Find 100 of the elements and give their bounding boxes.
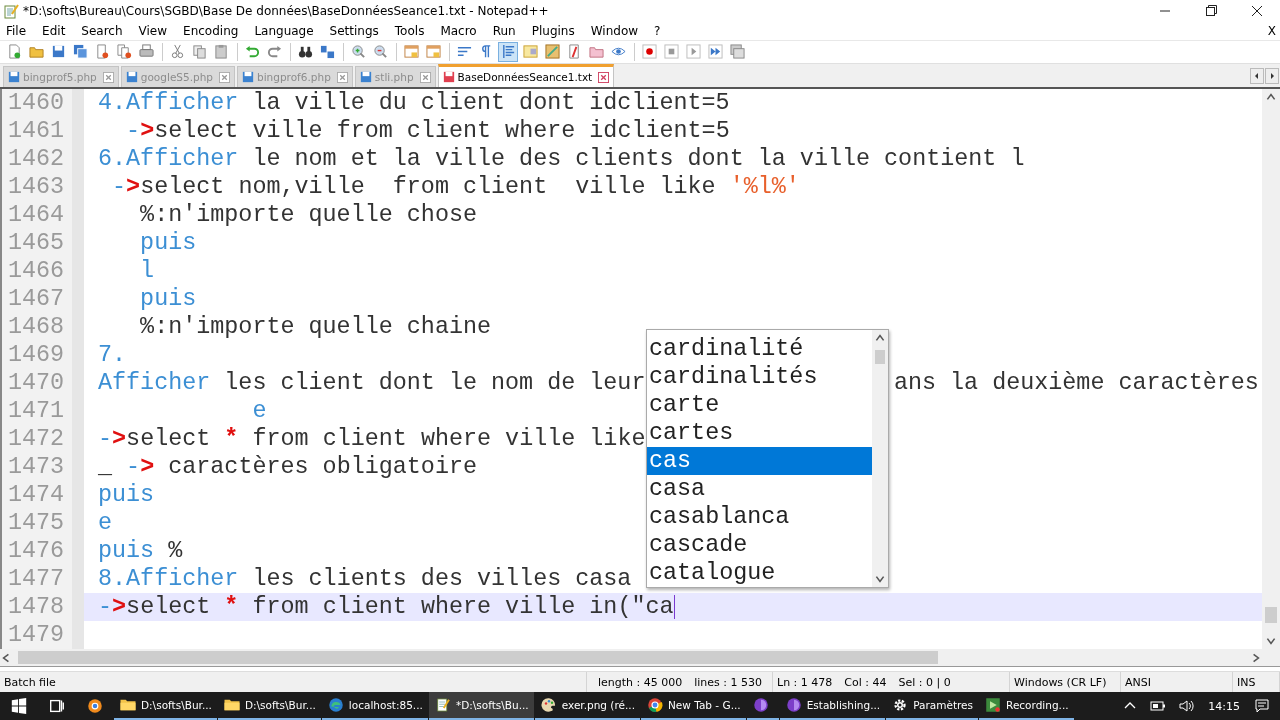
code-text: - [98, 425, 113, 454]
menu-item[interactable]: Edit [34, 23, 74, 38]
close-document-button[interactable]: X [1263, 23, 1280, 38]
replace-icon[interactable] [319, 44, 335, 60]
suggestion-item[interactable]: catalogue [647, 559, 872, 588]
notepad-icon [3, 3, 19, 19]
map-icon[interactable] [544, 44, 560, 60]
print-icon[interactable] [138, 44, 154, 60]
taskbar-button[interactable]: D:\softs\Bur... [217, 692, 321, 720]
menu-item[interactable]: Macro [432, 23, 485, 38]
line-number: 1472 [0, 425, 84, 454]
window-icon[interactable] [403, 44, 419, 60]
code-text: from client where ville like [251, 425, 646, 454]
taskbar-button[interactable]: Recording... [979, 692, 1074, 720]
scrollbar-thumb[interactable] [875, 350, 885, 365]
close-tab-icon[interactable] [219, 71, 230, 83]
line-number: 1479 [0, 621, 84, 650]
clock[interactable]: 14:15 [1200, 692, 1248, 720]
vertical-scrollbar[interactable] [1262, 89, 1280, 650]
fast-forward-icon[interactable] [707, 44, 723, 60]
save-icon[interactable] [50, 44, 66, 60]
menu-item[interactable]: File [0, 23, 35, 38]
line-number: 1465 [0, 229, 84, 258]
close-tab-icon[interactable] [598, 71, 610, 83]
menu-item[interactable]: Window [582, 23, 647, 38]
folder-icon[interactable] [28, 44, 44, 60]
play-icon[interactable] [685, 44, 701, 60]
folder-icon[interactable] [588, 44, 604, 60]
record-icon[interactable] [641, 44, 657, 60]
battery-icon[interactable] [1150, 698, 1167, 714]
save-all-icon[interactable] [72, 44, 88, 60]
close-file-icon[interactable] [94, 44, 110, 60]
code-text: > [112, 425, 127, 454]
menu-item[interactable]: View [130, 23, 176, 38]
code-text: > [112, 593, 127, 622]
list-scrollbar[interactable] [872, 330, 888, 588]
code-text: e [98, 509, 113, 538]
text-cursor [673, 595, 675, 620]
line-number: 1476 [0, 537, 84, 566]
close-tab-icon[interactable] [336, 71, 348, 83]
suggestion-item[interactable]: casablanca [647, 503, 872, 532]
taskbar-button[interactable]: localhost:85... [321, 692, 428, 720]
taskbar-button[interactable]: exer.png (ré... [534, 692, 640, 720]
code-text: %:n'importe quelle chaine [139, 313, 492, 342]
horizontal-scrollbar[interactable] [0, 649, 1280, 668]
suggestion-item[interactable]: carte [647, 391, 872, 420]
stop-icon[interactable] [663, 44, 679, 60]
suggestion-item[interactable]: cardinalités [647, 363, 872, 392]
code-text: select [126, 593, 212, 622]
paste-icon[interactable] [213, 44, 229, 60]
suggestion-item[interactable]: cas [647, 447, 872, 476]
menu-item[interactable]: ? [646, 23, 669, 38]
tab[interactable]: BaseDonnéesSeance1.txt [437, 64, 615, 88]
suggestion-item[interactable]: cartes [647, 419, 872, 448]
menu-item[interactable]: Tools [386, 23, 433, 38]
taskbar-button[interactable]: New Tab - G... [641, 692, 746, 720]
scrollbar-thumb[interactable] [18, 651, 938, 665]
menu-item[interactable]: Plugins [523, 23, 583, 38]
taskbar-button[interactable]: D:\softs\Bur... [114, 692, 217, 720]
scissors-icon[interactable] [169, 44, 185, 60]
code-text: select nom,ville from client ville like [140, 173, 717, 202]
function-list-icon[interactable] [566, 44, 582, 60]
scrollbar-thumb[interactable] [1265, 607, 1277, 624]
suggestion-item[interactable]: casa [647, 475, 872, 504]
menu-item[interactable]: Settings [321, 23, 387, 38]
close-tab-icon[interactable] [102, 71, 114, 83]
volume-icon[interactable] [1178, 698, 1195, 714]
zoom-in-icon[interactable] [350, 44, 366, 60]
taskbar-button[interactable]: Paramètres [886, 692, 979, 720]
code-text: % [167, 537, 183, 566]
code-text: '%l%' [729, 173, 800, 202]
undo-icon[interactable] [244, 44, 260, 60]
taskbar-button[interactable]: Establishing... [779, 692, 886, 720]
tab-scroll-right-icon[interactable] [1265, 68, 1279, 85]
suggestion-item[interactable]: cascade [647, 531, 872, 560]
window-stack-icon[interactable] [729, 44, 745, 60]
code-text: la ville du client dont idclient=5 [251, 89, 730, 118]
panel-icon[interactable] [522, 44, 538, 60]
tab-scroll-left-icon[interactable] [1250, 68, 1264, 85]
redo-icon[interactable] [266, 44, 282, 60]
notifications-icon[interactable] [1254, 698, 1270, 714]
code-text: puis [139, 229, 197, 258]
menu-item[interactable]: Encoding [175, 23, 247, 38]
menu-item[interactable]: Language [246, 23, 322, 38]
window-icon[interactable] [425, 44, 441, 60]
suggestion-item[interactable]: cardinalité [647, 335, 872, 364]
new-file-icon[interactable] [6, 44, 22, 60]
code-text: 7. [98, 341, 127, 370]
zoom-out-icon[interactable] [372, 44, 388, 60]
binoculars-icon[interactable] [297, 44, 313, 60]
menu-item[interactable]: Search [73, 23, 131, 38]
menu-item[interactable]: Run [484, 23, 524, 38]
close-tab-icon[interactable] [419, 71, 431, 83]
copy-icon[interactable] [191, 44, 207, 60]
taskbar-button[interactable]: *D:\softs\Bu... [428, 692, 534, 720]
code-text: 6.Afficher [98, 145, 239, 174]
close-all-icon[interactable] [116, 44, 132, 60]
code-text: caractères obligatoire [167, 453, 477, 482]
status-text: Col : 44 [844, 675, 887, 689]
code-text: > [126, 173, 141, 202]
